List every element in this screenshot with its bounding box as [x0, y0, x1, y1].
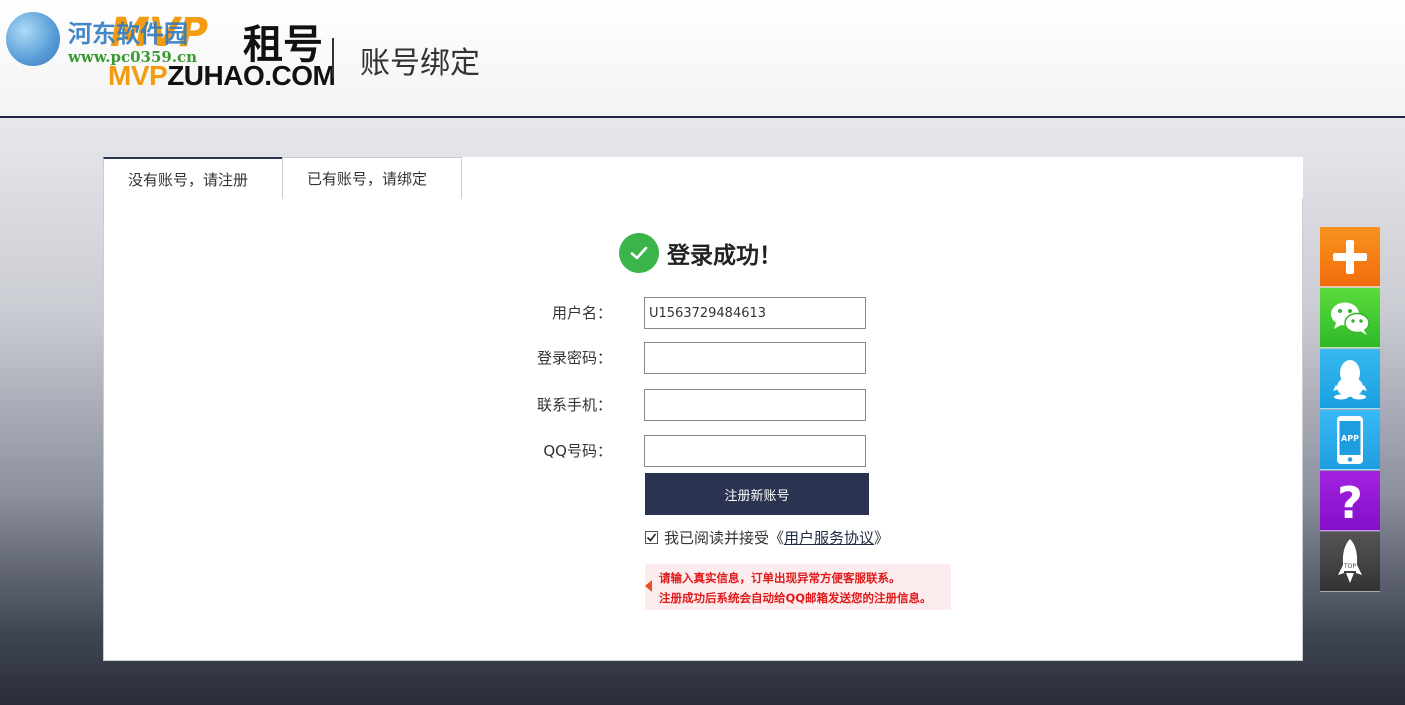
logo-domain: MVPZUHAO.COM [108, 60, 336, 92]
logo-domain-mvp: MVP [108, 60, 168, 91]
tab-register[interactable]: 没有账号，请注册 [103, 157, 283, 201]
sidebar-help-button[interactable]: ? [1320, 471, 1380, 531]
agree-suffix: 》 [874, 528, 890, 547]
register-button[interactable]: 注册新账号 [645, 473, 869, 515]
notice-line-1: 请输入真实信息，订单出现异常方便客服联系。 [659, 571, 901, 585]
notice-box: 请输入真实信息，订单出现异常方便客服联系。 注册成功后系统会自动给QQ邮箱发送您… [645, 564, 951, 610]
sidebar-add-button[interactable] [1320, 227, 1380, 287]
page-title: 账号绑定 [360, 46, 480, 81]
success-message: 登录成功！ [667, 243, 782, 269]
app-label: APP [1341, 434, 1359, 443]
user-agreement-link[interactable]: 用户服务协议 [784, 527, 874, 548]
password-input[interactable] [644, 342, 866, 374]
qq-row: QQ号码： [484, 435, 984, 467]
help-label: ? [1337, 478, 1363, 524]
floating-sidebar: APP ? TOP [1320, 227, 1380, 593]
qq-icon [1333, 359, 1367, 399]
logo-mvp-text: MVP [110, 10, 208, 56]
password-row: 登录密码： [484, 342, 984, 374]
help-icon: ? [1337, 478, 1363, 524]
checkmark-icon [646, 533, 657, 542]
check-circle-icon [619, 233, 659, 273]
username-label: 用户名： [551, 304, 612, 322]
agreement-row: 我已阅读并接受《 用户服务协议》 [645, 527, 889, 547]
notice-arrow-icon [645, 580, 652, 592]
phone-row: 联系手机： [484, 389, 984, 421]
phone-label: 联系手机： [536, 396, 612, 414]
rocket-top-icon: TOP [1338, 538, 1362, 583]
sidebar-wechat-button[interactable] [1320, 288, 1380, 348]
logo-domain-rest: ZUHAO.COM [167, 60, 336, 91]
agree-prefix: 我已阅读并接受《 [664, 528, 785, 547]
agree-checkbox[interactable] [645, 530, 658, 544]
header-divider [332, 38, 334, 78]
register-form: 登录成功！ 用户名： 登录密码： 联系手机： QQ号码： 注册新账号 我已阅读并… [103, 199, 1303, 661]
sidebar-qq-button[interactable] [1320, 349, 1380, 409]
phone-input[interactable] [644, 389, 866, 421]
bind-panel: 没有账号，请注册 已有账号，请绑定 登录成功！ 用户名： 登录密码： 联系手机：… [103, 157, 1303, 661]
plus-icon [1333, 239, 1367, 274]
notice-line-2: 注册成功后系统会自动给QQ邮箱发送您的注册信息。 [659, 591, 932, 605]
username-row: 用户名： [484, 297, 984, 329]
page-header: MVP 租号 MVPZUHAO.COM 账号绑定 [0, 0, 1405, 118]
password-label: 登录密码： [536, 349, 612, 367]
sidebar-top-button[interactable]: TOP [1320, 532, 1380, 592]
wechat-icon [1331, 302, 1370, 335]
tab-bar: 没有账号，请注册 已有账号，请绑定 [103, 157, 1303, 201]
mvp-logo[interactable]: MVP 租号 MVPZUHAO.COM [108, 10, 336, 94]
sidebar-app-button[interactable]: APP [1320, 410, 1380, 470]
qq-label: QQ号码： [543, 442, 612, 460]
login-success: 登录成功！ [619, 233, 782, 273]
username-input[interactable] [644, 297, 866, 329]
app-phone-icon: APP [1337, 415, 1363, 464]
tab-bind-existing[interactable]: 已有账号，请绑定 [282, 157, 462, 200]
top-label: TOP [1343, 563, 1356, 570]
qq-input[interactable] [644, 435, 866, 467]
